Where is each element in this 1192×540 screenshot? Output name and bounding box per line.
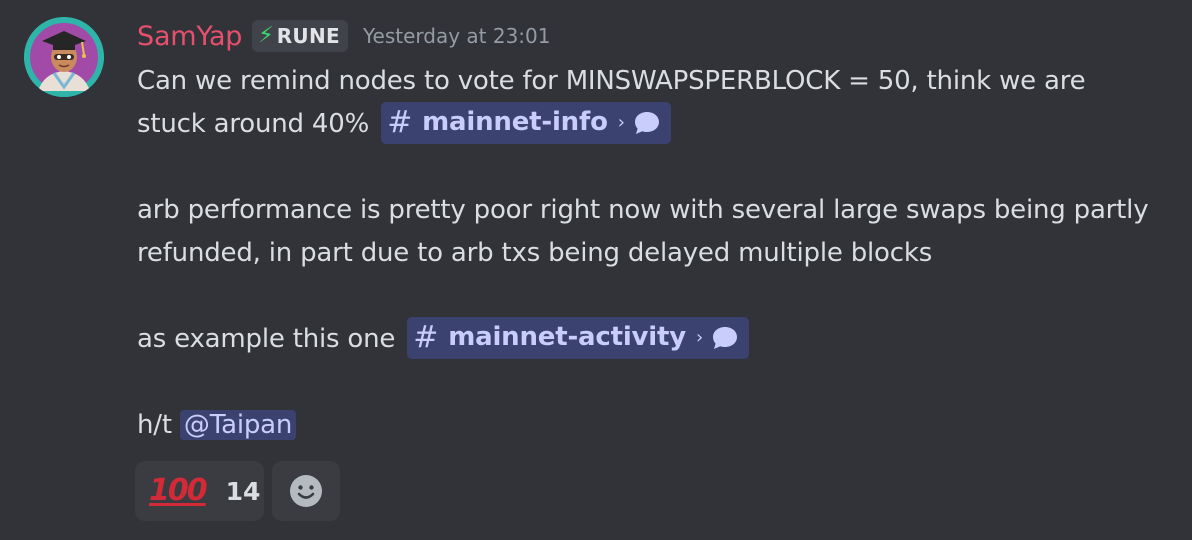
smiley-face-icon (290, 475, 322, 507)
message-paragraph: Can we remind nodes to vote for MINSWAPS… (137, 60, 1157, 146)
hundred-points-icon: 100 (149, 473, 208, 508)
hash-icon: # (413, 320, 439, 355)
add-reaction-button[interactable] (272, 461, 340, 521)
message-paragraph: arb performance is pretty poor right now… (137, 195, 1149, 268)
message-paragraph: as example this one # mainnet-activity › (137, 316, 1157, 361)
message-header: SamYap ⚡ RUNE Yesterday at 23:01 (137, 14, 551, 58)
user-avatar[interactable] (24, 17, 104, 97)
hash-icon: # (387, 105, 413, 140)
lightning-bolt-icon: ⚡ (258, 23, 274, 48)
message-content: Can we remind nodes to vote for MINSWAPS… (137, 60, 1157, 447)
chevron-right-icon: › (696, 327, 703, 348)
role-tag-label: RUNE (276, 24, 340, 48)
author-name[interactable]: SamYap (137, 21, 242, 52)
role-tag[interactable]: ⚡ RUNE (252, 20, 348, 52)
channel-link-mainnet-info[interactable]: # mainnet-info › (381, 101, 671, 144)
chevron-right-icon: › (617, 112, 625, 133)
chat-message: SamYap ⚡ RUNE Yesterday at 23:01 Can we … (0, 0, 1192, 540)
avatar-illustration (24, 17, 104, 97)
message-timestamp[interactable]: Yesterday at 23:01 (363, 24, 551, 48)
channel-link-mainnet-activity[interactable]: # mainnet-activity › (407, 316, 749, 359)
message-paragraph: h/t @Taipan (137, 404, 1157, 447)
channel-name: mainnet-activity (448, 322, 686, 352)
channel-name: mainnet-info (422, 107, 608, 137)
reaction-count: 14 (225, 476, 261, 506)
paragraph-text: as example this one (137, 324, 396, 354)
paragraph-text: h/t (137, 410, 172, 440)
user-mention[interactable]: @Taipan (179, 410, 297, 440)
speech-bubble-icon (634, 111, 659, 134)
reaction-hundred-points[interactable]: 100 14 (135, 461, 264, 521)
reactions-bar: 100 14 (135, 461, 340, 521)
speech-bubble-icon (713, 326, 737, 349)
